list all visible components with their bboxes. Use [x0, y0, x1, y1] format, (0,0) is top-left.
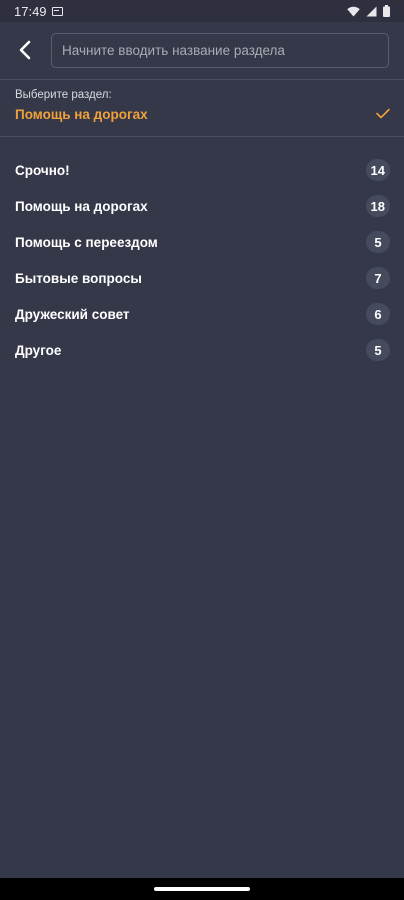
count-badge: 14 — [365, 159, 390, 181]
count-badge: 18 — [365, 195, 390, 217]
list-item[interactable]: Помощь на дорогах 18 — [0, 188, 404, 224]
selected-section: Помощь на дорогах — [15, 107, 148, 122]
status-time: 17:49 — [14, 3, 47, 19]
list-item[interactable]: Помощь с переездом 5 — [0, 224, 404, 260]
check-icon — [376, 108, 390, 119]
status-right — [347, 5, 390, 17]
category-label: Другое — [15, 342, 62, 358]
category-list: Срочно! 14 Помощь на дорогах 18 Помощь с… — [0, 152, 404, 368]
arrow-left-icon — [19, 40, 31, 60]
list-item[interactable]: Дружеский совет 6 — [0, 296, 404, 332]
home-indicator[interactable] — [154, 887, 250, 891]
category-label: Срочно! — [15, 162, 70, 178]
category-label: Дружеский совет — [15, 306, 130, 322]
count-badge: 7 — [366, 267, 390, 289]
category-label: Бытовые вопросы — [15, 270, 142, 286]
navigation-bar — [0, 878, 404, 900]
list-item[interactable]: Другое 5 — [0, 332, 404, 368]
section-selector[interactable]: Выберите раздел: Помощь на дорогах — [0, 80, 404, 136]
status-left: 17:49 — [14, 4, 63, 19]
battery-icon — [383, 5, 390, 17]
status-bar: 17:49 — [0, 0, 404, 22]
count-badge: 5 — [366, 339, 390, 361]
back-button[interactable] — [0, 22, 50, 78]
list-item[interactable]: Срочно! 14 — [0, 152, 404, 188]
divider — [0, 136, 404, 137]
count-badge: 5 — [366, 231, 390, 253]
notification-icon — [51, 6, 63, 16]
list-item[interactable]: Бытовые вопросы 7 — [0, 260, 404, 296]
category-label: Помощь на дорогах — [15, 198, 148, 214]
count-badge: 6 — [366, 303, 390, 325]
wifi-icon — [347, 6, 360, 16]
category-label: Помощь с переездом — [15, 234, 158, 250]
section-caption: Выберите раздел: — [15, 89, 112, 101]
search-header — [0, 22, 404, 78]
signal-icon — [366, 6, 377, 16]
search-input[interactable] — [51, 33, 389, 68]
